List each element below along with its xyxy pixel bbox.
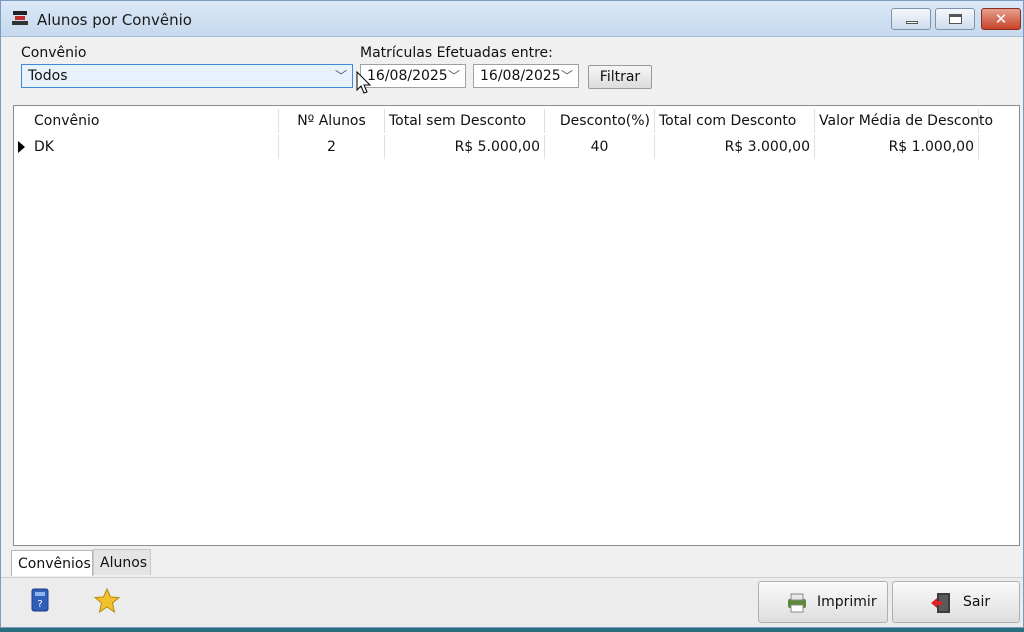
help-book-icon[interactable]: ? (27, 586, 55, 616)
convenio-select[interactable]: Todos ﹀ (21, 64, 353, 88)
maximize-button[interactable] (935, 8, 975, 30)
date-to-picker[interactable]: 16/08/2025 ﹀ (473, 64, 579, 88)
minimize-icon (906, 21, 918, 24)
column-header-total-com-desconto[interactable]: Total com Desconto (655, 109, 815, 133)
title-bar[interactable]: Alunos por Convênio ✕ (1, 1, 1023, 37)
cell-convenio: DK (30, 135, 279, 159)
tab-alunos[interactable]: Alunos (93, 549, 151, 575)
date-from-value: 16/08/2025 (367, 68, 448, 84)
star-icon[interactable] (93, 586, 121, 616)
cell-num-alunos: 2 (279, 135, 385, 159)
convenio-select-value: Todos (28, 68, 68, 84)
periodo-label: Matrículas Efetuadas entre: (360, 45, 553, 61)
maximize-icon (949, 14, 962, 24)
close-button[interactable]: ✕ (981, 8, 1021, 30)
footer-toolbar: ? Imprimir Sair (1, 577, 1023, 627)
column-header-valor-media-desconto[interactable]: Valor Média de Desconto (815, 109, 993, 133)
alunos-por-convenio-window: Alunos por Convênio ✕ Convênio Todos ﹀ M… (0, 0, 1024, 628)
column-header-num-alunos[interactable]: Nº Alunos (279, 109, 385, 133)
imprimir-label: Imprimir (817, 594, 877, 610)
chevron-down-icon: ﹀ (334, 69, 347, 83)
window-title: Alunos por Convênio (37, 11, 192, 29)
cell-total-sem-desconto: R$ 5.000,00 (385, 135, 545, 159)
column-header-desconto[interactable]: Desconto(%) (545, 109, 655, 133)
mouse-cursor-icon (356, 71, 372, 94)
imprimir-button[interactable]: Imprimir (758, 581, 888, 623)
cell-valor-media-desconto: R$ 1.000,00 (815, 135, 979, 159)
app-icon (12, 11, 28, 25)
close-icon: ✕ (994, 10, 1008, 28)
column-header-total-sem-desconto[interactable]: Total sem Desconto (385, 109, 545, 133)
svg-text:?: ? (37, 599, 42, 610)
chevron-down-icon: ﹀ (447, 69, 460, 83)
printer-icon (788, 593, 806, 613)
sair-label: Sair (963, 594, 991, 610)
grid-header: Convênio Nº Alunos Total sem Desconto De… (14, 109, 993, 135)
column-header-convenio[interactable]: Convênio (30, 109, 279, 133)
filtrar-button[interactable]: Filtrar (588, 65, 652, 89)
cell-total-com-desconto: R$ 3.000,00 (655, 135, 815, 159)
current-row-indicator-icon (18, 141, 25, 153)
convenio-label: Convênio (21, 45, 87, 61)
chevron-down-icon: ﹀ (560, 69, 573, 83)
sair-button[interactable]: Sair (892, 581, 1020, 623)
tab-convenios[interactable]: Convênios (11, 550, 93, 576)
minimize-button[interactable] (891, 8, 931, 30)
convenios-grid[interactable]: Convênio Nº Alunos Total sem Desconto De… (13, 105, 1020, 546)
table-row[interactable]: DK 2 R$ 5.000,00 40 R$ 3.000,00 R$ 1.000… (14, 135, 979, 159)
date-from-picker[interactable]: 16/08/2025 ﹀ (360, 64, 466, 88)
date-to-value: 16/08/2025 (480, 68, 561, 84)
exit-door-icon (931, 593, 950, 613)
cell-desconto: 40 (545, 135, 655, 159)
